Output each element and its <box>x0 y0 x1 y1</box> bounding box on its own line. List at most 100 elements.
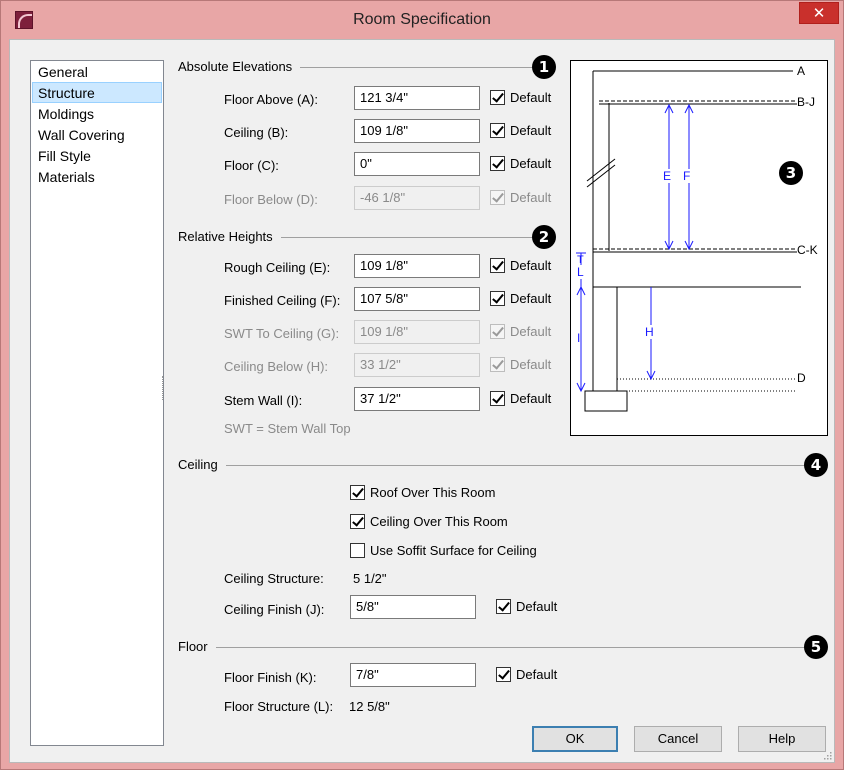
diagram-label-h: H <box>645 325 654 339</box>
callout-1-badge: 1 <box>532 55 556 79</box>
ceiling-section-title: Ceiling <box>178 457 226 472</box>
checkbox-label: Ceiling Over This Room <box>370 514 508 529</box>
section-divider <box>178 465 806 466</box>
resize-grip-icon[interactable] <box>822 750 832 760</box>
floor-below-label: Floor Below (D): <box>224 192 318 207</box>
rough-ceiling-default-checkbox[interactable]: Default <box>490 258 551 273</box>
floor-above-input[interactable]: 121 3/4" <box>354 86 480 110</box>
checkbox-label: Default <box>516 667 558 682</box>
checkbox-label: Use Soffit Surface for Ceiling <box>370 543 537 558</box>
diagram-label-b-j: B-J <box>797 95 815 109</box>
close-button[interactable]: ✕ <box>799 2 839 24</box>
rough-ceiling-input[interactable]: 109 1/8" <box>354 254 480 278</box>
relative-heights-title: Relative Heights <box>178 229 281 244</box>
floor-finish-input[interactable]: 7/8" <box>350 663 476 687</box>
checkbox-label: Default <box>510 291 552 306</box>
title-bar[interactable]: Room Specification ✕ <box>1 1 843 39</box>
category-list[interactable]: General Structure Moldings Wall Covering… <box>30 60 164 746</box>
ceiling-below-label: Ceiling Below (H): <box>224 359 329 374</box>
checkbox-label: Default <box>510 190 552 205</box>
rough-ceiling-label: Rough Ceiling (E): <box>224 260 331 275</box>
checkbox-label: Default <box>510 324 552 339</box>
callout-3-badge: 3 <box>779 161 803 185</box>
floor-structure-label: Floor Structure (L): <box>224 699 334 714</box>
ceiling-input[interactable]: 109 1/8" <box>354 119 480 143</box>
floor-below-input: -46 1/8" <box>354 186 480 210</box>
dialog-body: General Structure Moldings Wall Covering… <box>9 39 835 763</box>
checkbox-label: Default <box>510 258 552 273</box>
floor-below-default-checkbox: Default <box>490 190 551 205</box>
ceiling-label: Ceiling (B): <box>224 125 289 140</box>
ceiling-below-input: 33 1/2" <box>354 353 480 377</box>
checkbox-box[interactable] <box>490 291 505 306</box>
checkbox-box[interactable] <box>496 667 511 682</box>
callout-2-badge: 2 <box>532 225 556 249</box>
floor-finish-default-checkbox[interactable]: Default <box>496 667 557 682</box>
cancel-button[interactable]: Cancel <box>634 726 722 752</box>
diagram-label-e: E <box>663 169 672 183</box>
checkbox-box <box>490 324 505 339</box>
roof-over-room-checkbox[interactable]: Roof Over This Room <box>350 485 495 500</box>
checkbox-label: Default <box>516 599 558 614</box>
callout-5-badge: 5 <box>804 635 828 659</box>
room-specification-dialog: Room Specification ✕ General Structure M… <box>0 0 844 770</box>
window-title: Room Specification <box>353 11 491 28</box>
section-drawing <box>576 70 801 412</box>
checkbox-label: Roof Over This Room <box>370 485 496 500</box>
nav-item-general[interactable]: General <box>32 61 162 82</box>
pane-splitter[interactable] <box>162 376 164 400</box>
diagram-label-a: A <box>797 64 806 78</box>
soffit-surface-checkbox[interactable]: Use Soffit Surface for Ceiling <box>350 543 537 558</box>
ceiling-finish-default-checkbox[interactable]: Default <box>496 599 557 614</box>
absolute-elevations-title: Absolute Elevations <box>178 59 301 74</box>
swt-to-ceiling-label: SWT To Ceiling (G): <box>224 326 340 341</box>
nav-item-materials[interactable]: Materials <box>32 166 162 187</box>
floor-structure-value: 12 5/8" <box>349 699 390 714</box>
checkbox-box[interactable] <box>490 391 505 406</box>
checkbox-label: Default <box>510 156 552 171</box>
checkbox-box <box>490 190 505 205</box>
diagram-label-d: D <box>797 371 806 385</box>
help-button[interactable]: Help <box>738 726 826 752</box>
structure-diagram: A B-J C-K D E F H I T L 3 <box>570 60 828 436</box>
checkbox-box[interactable] <box>496 599 511 614</box>
ceiling-below-default-checkbox: Default <box>490 357 551 372</box>
checkbox-box[interactable] <box>350 514 365 529</box>
floor-default-checkbox[interactable]: Default <box>490 156 551 171</box>
floor-label: Floor (C): <box>224 158 279 173</box>
ceiling-finish-input[interactable]: 5/8" <box>350 595 476 619</box>
swt-note: SWT = Stem Wall Top <box>224 421 351 436</box>
ceiling-default-checkbox[interactable]: Default <box>490 123 551 138</box>
finished-ceiling-default-checkbox[interactable]: Default <box>490 291 551 306</box>
nav-item-wall-covering[interactable]: Wall Covering <box>32 124 162 145</box>
floor-finish-label: Floor Finish (K): <box>224 670 317 685</box>
checkbox-box[interactable] <box>350 485 365 500</box>
floor-above-default-checkbox[interactable]: Default <box>490 90 551 105</box>
finished-ceiling-input[interactable]: 107 5/8" <box>354 287 480 311</box>
ok-button[interactable]: OK <box>532 726 618 752</box>
nav-item-fill-style[interactable]: Fill Style <box>32 145 162 166</box>
floor-above-label: Floor Above (A): <box>224 92 318 107</box>
diagram-label-i: I <box>577 331 581 345</box>
diagram-label-f: F <box>683 169 691 183</box>
checkbox-box[interactable] <box>490 156 505 171</box>
section-divider <box>178 647 806 648</box>
stem-wall-input[interactable]: 37 1/2" <box>354 387 480 411</box>
checkbox-box[interactable] <box>350 543 365 558</box>
checkbox-label: Default <box>510 90 552 105</box>
nav-item-structure[interactable]: Structure <box>32 82 162 103</box>
swt-to-ceiling-default-checkbox: Default <box>490 324 551 339</box>
checkbox-box[interactable] <box>490 258 505 273</box>
callout-4-badge: 4 <box>804 453 828 477</box>
finished-ceiling-label: Finished Ceiling (F): <box>224 293 341 308</box>
diagram-label-l: L <box>577 265 584 279</box>
stem-wall-default-checkbox[interactable]: Default <box>490 391 551 406</box>
ceiling-over-room-checkbox[interactable]: Ceiling Over This Room <box>350 514 508 529</box>
checkbox-box[interactable] <box>490 123 505 138</box>
floor-input[interactable]: 0" <box>354 152 480 176</box>
diagram-label-c-k: C-K <box>797 243 818 257</box>
floor-section-title: Floor <box>178 639 216 654</box>
nav-item-moldings[interactable]: Moldings <box>32 103 162 124</box>
swt-to-ceiling-input: 109 1/8" <box>354 320 480 344</box>
checkbox-box[interactable] <box>490 90 505 105</box>
